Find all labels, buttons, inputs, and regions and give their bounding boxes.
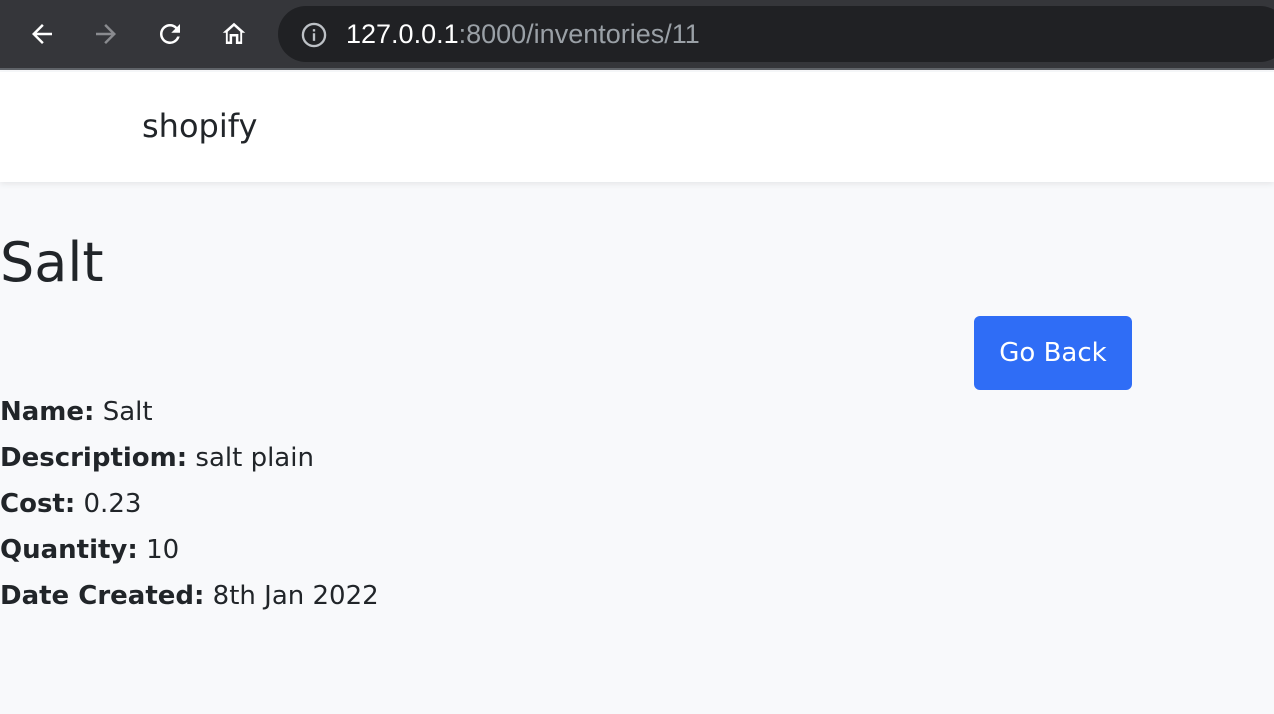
detail-label: Date Created: <box>0 581 205 611</box>
detail-label: Descriptiom: <box>0 443 188 473</box>
forward-arrow-icon <box>96 24 116 44</box>
browser-toolbar: 127.0.0.1:8000/inventories/11 <box>0 0 1274 70</box>
home-icon <box>222 22 246 44</box>
inventory-details: Name: Salt Descriptiom: salt plain Cost:… <box>0 394 600 624</box>
detail-value: 0.23 <box>83 489 142 519</box>
detail-label: Name: <box>0 397 95 427</box>
brand-link[interactable]: shopify <box>142 106 257 146</box>
forward-button[interactable] <box>86 14 126 54</box>
reload-icon <box>159 23 180 44</box>
info-icon[interactable] <box>300 21 328 49</box>
detail-label: Cost: <box>0 489 76 519</box>
reload-button[interactable] <box>150 14 190 54</box>
navbar: shopify <box>0 72 1274 182</box>
url-text[interactable]: 127.0.0.1:8000/inventories/11 <box>346 18 700 50</box>
back-arrow-icon <box>32 24 52 44</box>
detail-row-date-created: Date Created: 8th Jan 2022 <box>0 578 600 624</box>
page-title: Salt <box>0 231 104 294</box>
detail-value: Salt <box>102 397 153 427</box>
detail-value: salt plain <box>195 443 314 473</box>
go-back-button[interactable]: Go Back <box>974 316 1132 390</box>
detail-value: 10 <box>146 535 180 565</box>
back-button[interactable] <box>22 14 62 54</box>
detail-value: 8th Jan 2022 <box>212 581 379 611</box>
home-button[interactable] <box>214 14 254 54</box>
detail-row-quantity: Quantity: 10 <box>0 532 600 578</box>
url-host: 127.0.0.1 <box>346 19 459 49</box>
detail-label: Quantity: <box>0 535 138 565</box>
address-bar[interactable]: 127.0.0.1:8000/inventories/11 <box>278 6 1274 62</box>
detail-row-cost: Cost: 0.23 <box>0 486 600 532</box>
url-path: :8000/inventories/11 <box>458 19 700 49</box>
detail-row-description: Descriptiom: salt plain <box>0 440 600 486</box>
detail-row-name: Name: Salt <box>0 394 600 440</box>
